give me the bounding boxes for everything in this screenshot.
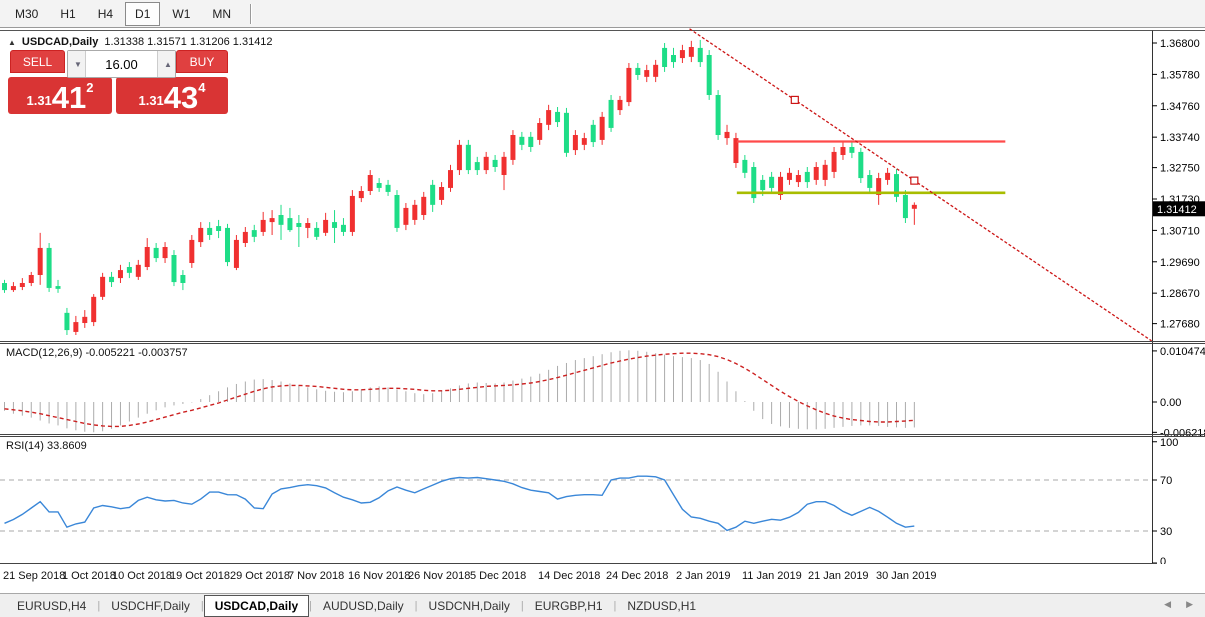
chart-symbol-label: USDCAD,Daily	[22, 36, 98, 48]
chart-header: ▲ USDCAD,Daily 1.31338 1.31571 1.31206 1…	[8, 36, 273, 48]
date-axis-label: 21 Jan 2019	[808, 570, 869, 582]
date-axis-label: 7 Nov 2018	[288, 570, 344, 582]
date-axis-label: 1 Oct 2018	[62, 570, 116, 582]
sell-price-big: 41	[52, 84, 86, 112]
date-axis-label: 29 Oct 2018	[230, 570, 290, 582]
current-price-label: 1.31412	[1157, 204, 1197, 216]
tab-scroll-right-icon[interactable]: ▶	[1186, 599, 1193, 610]
rsi-axis-label: 70	[1160, 475, 1172, 487]
timeframe-tab-mn[interactable]: MN	[202, 2, 241, 26]
rsi-axis-label: 100	[1160, 437, 1178, 449]
date-axis-label: 21 Sep 2018	[3, 570, 65, 582]
timeframe-toolbar: M30H1H4D1W1MN	[0, 0, 1205, 28]
one-click-trade-panel: SELL ▼ ▲ BUY 1.31 41 2 1.31 43 4	[8, 50, 230, 114]
chart-tab-eurusd[interactable]: EURUSD,H4	[6, 595, 97, 617]
chart-tab-usdcad[interactable]: USDCAD,Daily	[204, 595, 309, 617]
date-axis-label: 14 Dec 2018	[538, 570, 600, 582]
chart-tab-usdchf[interactable]: USDCHF,Daily	[100, 595, 201, 617]
rsi-indicator-pane[interactable]: 100 70 30 0	[0, 437, 1205, 564]
rsi-line	[5, 476, 915, 530]
price-axis-label: 1.34760	[1160, 101, 1200, 113]
macd-label: MACD(12,26,9) -0.005221 -0.003757	[6, 347, 188, 359]
sell-price-sup: 2	[86, 80, 93, 95]
price-axis-label: 1.33740	[1160, 132, 1200, 144]
date-axis-label: 2 Jan 2019	[676, 570, 730, 582]
date-axis-label: 30 Jan 2019	[876, 570, 937, 582]
price-axis-label: 1.36800	[1160, 38, 1200, 50]
buy-price-box[interactable]: 1.31 43 4	[116, 77, 228, 114]
price-axis-label: 1.29690	[1160, 257, 1200, 269]
buy-price-sup: 4	[198, 80, 205, 95]
chart-tab-audusd[interactable]: AUDUSD,Daily	[312, 595, 415, 617]
date-axis-label: 10 Oct 2018	[112, 570, 172, 582]
rsi-axis-label: 0	[1160, 556, 1166, 564]
date-axis-label: 26 Nov 2018	[408, 570, 470, 582]
rsi-axis-label: 30	[1160, 526, 1172, 538]
chart-tab-bar: EURUSD,H4|USDCHF,Daily|USDCAD,Daily|AUDU…	[0, 593, 1205, 617]
price-axis-label: 1.28670	[1160, 288, 1200, 300]
macd-axis-label: 0.010474	[1160, 346, 1205, 358]
macd-histogram	[5, 350, 915, 432]
date-axis-label: 19 Oct 2018	[170, 570, 230, 582]
trading-terminal-window: { "toolbar": {"timeframes": ["M30","H1",…	[0, 0, 1205, 617]
price-axis-label: 1.27680	[1160, 319, 1200, 331]
macd-signal-line	[5, 353, 915, 426]
timeframe-tab-w1[interactable]: W1	[162, 2, 200, 26]
date-axis: 21 Sep 20181 Oct 201810 Oct 201819 Oct 2…	[0, 564, 1205, 593]
volume-increase-button[interactable]: ▲	[157, 51, 175, 77]
chart-tab-eurgbp[interactable]: EURGBP,H1	[524, 595, 614, 617]
macd-axis-label: -0.006218	[1160, 427, 1205, 437]
chart-ohlc-values: 1.31338 1.31571 1.31206 1.31412	[104, 36, 272, 48]
timeframe-tab-h1[interactable]: H1	[50, 2, 85, 26]
buy-price-big: 43	[164, 84, 198, 112]
buy-price-prefix: 1.31	[138, 93, 163, 108]
sell-price-box[interactable]: 1.31 41 2	[8, 77, 112, 114]
sell-price-prefix: 1.31	[26, 93, 51, 108]
volume-stepper: ▼ ▲	[67, 50, 176, 78]
price-axis-label: 1.35780	[1160, 69, 1200, 81]
date-axis-label: 5 Dec 2018	[470, 570, 526, 582]
timeframe-tab-d1[interactable]: D1	[125, 2, 160, 26]
rsi-label: RSI(14) 33.8609	[6, 440, 87, 452]
timeframe-tab-m30[interactable]: M30	[5, 2, 48, 26]
date-axis-label: 11 Jan 2019	[742, 570, 802, 582]
price-axis-label: 1.32750	[1160, 163, 1200, 175]
price-axis-label: 1.30710	[1160, 225, 1200, 237]
trendline-anchor-marker	[911, 177, 918, 184]
volume-input[interactable]	[86, 51, 157, 77]
macd-axis-label: 0.00	[1160, 397, 1181, 409]
date-axis-label: 16 Nov 2018	[348, 570, 410, 582]
toolbar-separator	[250, 4, 252, 24]
timeframe-tab-h4[interactable]: H4	[88, 2, 123, 26]
volume-decrease-button[interactable]: ▼	[68, 51, 86, 77]
buy-button[interactable]: BUY	[176, 50, 228, 73]
trendline-anchor-marker	[791, 96, 798, 103]
chart-tab-nzdusd[interactable]: NZDUSD,H1	[616, 595, 707, 617]
trendline	[690, 29, 1152, 341]
collapse-panel-icon[interactable]: ▲	[8, 38, 16, 47]
sell-button[interactable]: SELL	[10, 50, 65, 73]
tab-scroll-left-icon[interactable]: ◀	[1164, 599, 1171, 610]
chart-tab-usdcnh[interactable]: USDCNH,Daily	[418, 595, 521, 617]
date-axis-label: 24 Dec 2018	[606, 570, 668, 582]
